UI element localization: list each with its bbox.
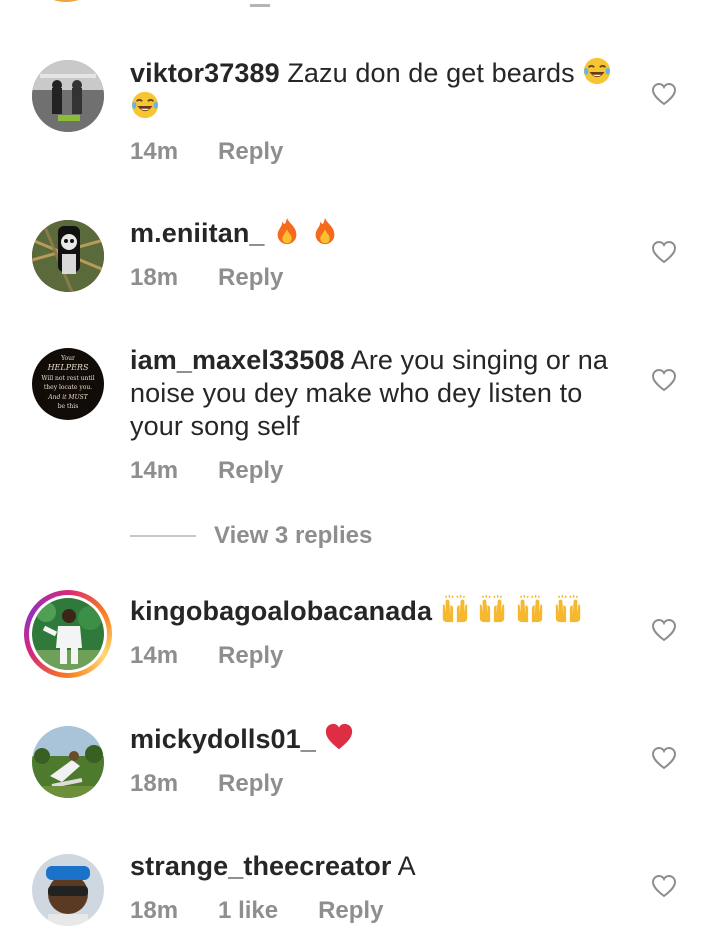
comment-text: mickydolls01_: [130, 722, 630, 756]
comment-meta: 18m Reply: [130, 264, 630, 292]
avatar-quote-line: And it MUST: [47, 394, 88, 401]
previous-comment-reply-link[interactable]: [250, 0, 270, 7]
avatar-photo: [32, 60, 104, 132]
view-replies-button[interactable]: View 3 replies: [130, 522, 372, 550]
comment-username[interactable]: viktor37389: [130, 58, 280, 88]
raised-hands-emoji-icon: [442, 594, 467, 623]
avatar-photo: [32, 598, 104, 670]
comment-timestamp: 14m: [130, 457, 179, 484]
like-heart-icon[interactable]: [651, 240, 677, 264]
red-heart-emoji-icon: [325, 723, 352, 750]
previous-comment-avatar[interactable]: [26, 0, 106, 2]
avatar[interactable]: Your HELPERS Will not rest until they lo…: [32, 348, 104, 420]
view-replies-label[interactable]: View 3 replies: [214, 522, 372, 550]
laughing-tears-emoji-icon: [584, 57, 611, 85]
avatar[interactable]: [32, 854, 104, 926]
comment-message: Zazu don de get beards: [287, 58, 575, 88]
avatar[interactable]: [32, 726, 104, 798]
comment-text: iam_maxel33508 Are you singing or na noi…: [130, 344, 625, 443]
raised-hands-emoji-icon: [480, 594, 505, 623]
avatar-quote-line: Will not rest until: [41, 375, 94, 382]
comment-meta: 14m Reply: [130, 457, 625, 485]
avatar-photo: [32, 854, 104, 926]
raised-hands-emoji-icon: [555, 594, 580, 623]
laughing-tears-emoji-icon: [131, 91, 159, 119]
reply-button[interactable]: Reply: [218, 138, 283, 166]
comment-timestamp: 18m: [130, 770, 179, 797]
avatar-photo: [32, 726, 104, 798]
comment-timestamp: 14m: [130, 138, 179, 165]
comment-text: m.eniitan_: [130, 216, 630, 250]
comment-text: viktor37389 Zazu don de get beards: [130, 56, 630, 124]
story-ring: [29, 595, 107, 673]
comment-message: A: [397, 851, 416, 881]
like-heart-icon[interactable]: [651, 746, 677, 770]
avatar[interactable]: [32, 220, 104, 292]
reply-button[interactable]: Reply: [218, 457, 283, 485]
comment-username[interactable]: iam_maxel33508: [130, 345, 345, 375]
avatar-quote-image: Your HELPERS Will not rest until they lo…: [32, 348, 104, 420]
avatar-quote-line: HELPERS: [47, 363, 89, 372]
like-heart-icon[interactable]: [651, 368, 677, 392]
comment-username[interactable]: mickydolls01_: [130, 724, 316, 754]
comment-meta: 18m Reply: [130, 770, 630, 798]
comment-text: kingobagoalobacanada: [130, 594, 630, 628]
avatar-quote-line: Your: [60, 355, 75, 362]
reply-button[interactable]: Reply: [218, 264, 283, 292]
comment-timestamp: 14m: [130, 642, 179, 669]
comment-meta: 14m Reply: [130, 642, 630, 670]
like-heart-icon[interactable]: [651, 874, 677, 898]
reply-button[interactable]: Reply: [218, 770, 283, 798]
comment-username[interactable]: m.eniitan_: [130, 218, 265, 248]
avatar-quote-line: they locate you.: [44, 384, 92, 391]
view-replies-divider: [130, 535, 196, 537]
comment-text: strange_theecreator A: [130, 850, 630, 883]
reply-button[interactable]: Reply: [218, 642, 283, 670]
avatar-photo: [32, 220, 104, 292]
like-heart-icon[interactable]: [651, 82, 677, 106]
raised-hands-emoji-icon: [517, 594, 543, 623]
comment-username[interactable]: kingobagoalobacanada: [130, 596, 432, 626]
fire-emoji-icon: [315, 217, 335, 245]
comment-username[interactable]: strange_theecreator: [130, 851, 392, 881]
story-avatar[interactable]: [24, 590, 112, 678]
like-heart-icon[interactable]: [651, 618, 677, 642]
comment-timestamp: 18m: [130, 264, 179, 291]
avatar-quote-line: be this: [58, 403, 79, 410]
comment-meta: 14m Reply: [130, 138, 630, 166]
fire-emoji-icon: [277, 217, 297, 245]
avatar[interactable]: [32, 60, 104, 132]
